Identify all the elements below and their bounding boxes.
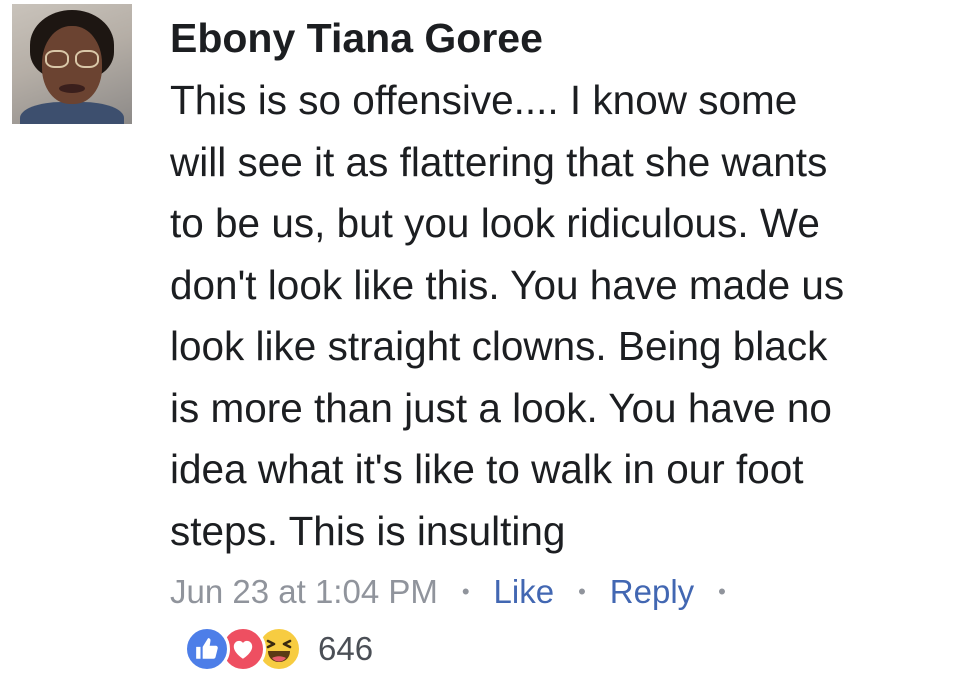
separator-dot: • [578, 579, 586, 604]
reaction-count: 646 [318, 630, 374, 667]
comment-text-line: idea what it's like to walk in our foot [170, 446, 804, 492]
avatar-glasses-right [75, 50, 99, 68]
comment-author[interactable]: Ebony Tiana Goree [170, 14, 543, 62]
comment-text-line: steps. This is insulting [170, 507, 566, 554]
comment-text-line: This is so offensive.... I know some [170, 77, 798, 123]
comment-text-line: to be us, but you look ridiculous. We [170, 200, 820, 246]
avatar-glasses-left [45, 50, 69, 68]
avatar-shirt [20, 102, 124, 124]
avatar-lips [59, 84, 85, 93]
comment-text-line: will see it as flattering that she wants [170, 138, 828, 185]
comment-text-line: is more than just a look. You have no [170, 384, 832, 431]
avatar[interactable] [12, 4, 132, 124]
comment: Ebony Tiana Goree This is so offensive..… [0, 0, 966, 683]
reply-button[interactable]: Reply [610, 573, 694, 611]
comment-timestamp[interactable]: Jun 23 at 1:04 PM [170, 573, 438, 611]
separator-dot: • [718, 579, 726, 604]
comment-text: This is so offensive.... I know some wil… [170, 70, 960, 562]
comment-text-line: look like straight clowns. Being black [170, 323, 828, 369]
like-icon [184, 626, 230, 672]
comment-meta: Jun 23 at 1:04 PM • Like • Reply • [170, 568, 750, 616]
reactions-summary[interactable]: 646 [184, 624, 373, 674]
separator-dot: • [461, 579, 470, 604]
like-button[interactable]: Like [494, 573, 555, 611]
comment-text-line: don't look like this. You have made us [170, 261, 845, 308]
